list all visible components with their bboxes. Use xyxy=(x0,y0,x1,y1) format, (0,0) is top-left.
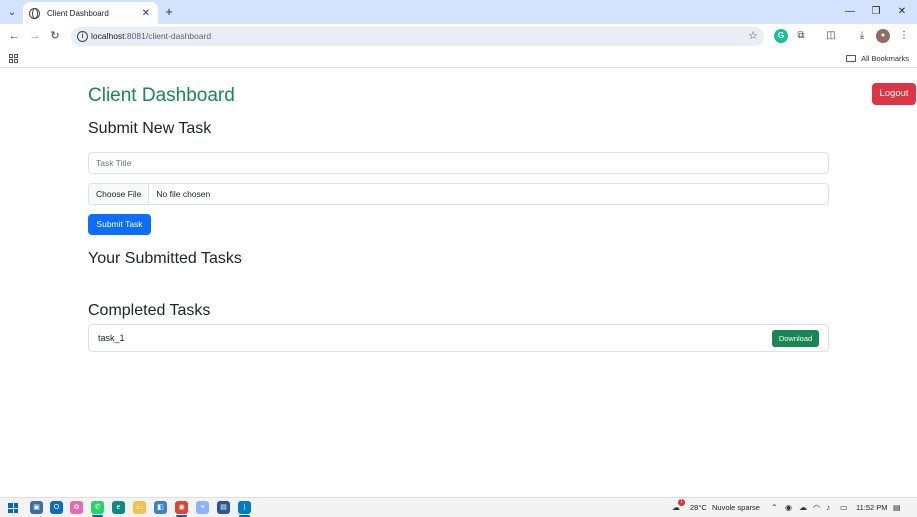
windows-start-icon[interactable] xyxy=(8,503,18,513)
side-panel-icon[interactable]: ◫ xyxy=(824,29,838,43)
back-arrow-icon[interactable]: ← xyxy=(6,28,22,44)
task-name: task_1 xyxy=(98,333,125,343)
tab-search-chevron-icon[interactable]: ⌄ xyxy=(4,4,20,20)
download-button[interactable]: Download xyxy=(772,330,819,347)
close-tab-icon[interactable]: ✕ xyxy=(140,8,152,19)
apps-grid-icon[interactable] xyxy=(9,54,18,63)
tab-title: Client Dashboard xyxy=(47,8,109,18)
record-icon[interactable]: ◉ xyxy=(785,502,792,514)
task-title-input[interactable] xyxy=(88,152,829,174)
extensions-puzzle-icon[interactable]: ⧉ xyxy=(794,29,808,43)
client-dashboard-page: Client Dashboard Logout Submit New Task … xyxy=(0,69,917,496)
windows-taskbar: ▣ O ✿ ✆ e ▭ ◧ ◉ ≡ ▤ ⟩ ☁ 1 28°C Nuvole sp… xyxy=(0,497,917,517)
choose-file-button[interactable]: Choose File xyxy=(89,184,150,204)
globe-icon xyxy=(29,7,40,19)
browser-toolbar: ← → ↻ i localhost:8081/client-dashboard … xyxy=(0,24,917,49)
wifi-icon[interactable]: ◠ xyxy=(813,502,820,514)
site-info-icon[interactable]: i xyxy=(77,31,88,42)
all-bookmarks-button[interactable]: All Bookmarks xyxy=(846,52,909,65)
forward-arrow-icon[interactable]: → xyxy=(27,28,43,44)
completed-tasks-heading: Completed Tasks xyxy=(88,302,211,319)
submitted-tasks-heading: Your Submitted Tasks xyxy=(88,250,242,267)
file-status-text: No file chosen xyxy=(156,189,211,199)
edge-icon[interactable]: e xyxy=(112,501,125,514)
url-path: :8081/client-dashboard xyxy=(124,31,212,41)
close-window-icon[interactable]: ✕ xyxy=(892,3,912,21)
folder-icon xyxy=(846,55,857,62)
logout-button[interactable]: Logout xyxy=(872,83,916,105)
weather-badge: 1 xyxy=(678,499,685,506)
tab-strip: ⌄ Client Dashboard ✕ + — ❐ ✕ xyxy=(0,0,917,24)
grammarly-extension-icon[interactable]: G xyxy=(774,29,788,43)
submit-task-heading: Submit New Task xyxy=(88,120,212,137)
download-icon[interactable]: ⤓ xyxy=(855,29,869,43)
tab-client-dashboard[interactable]: Client Dashboard ✕ xyxy=(23,2,158,24)
bookmarks-bar: All Bookmarks xyxy=(0,49,917,68)
battery-icon[interactable]: ▭ xyxy=(840,502,848,514)
clock-time[interactable]: 11:52 PM xyxy=(856,501,888,514)
minimize-icon[interactable]: — xyxy=(840,3,860,21)
all-bookmarks-label: All Bookmarks xyxy=(861,54,909,63)
page-title: Client Dashboard xyxy=(88,85,235,106)
completed-task-row: task_1 Download xyxy=(88,324,829,352)
menu-kebab-icon[interactable]: ⋮ xyxy=(897,29,911,43)
whatsapp-icon[interactable]: ✆ xyxy=(91,501,104,517)
url-host: localhost xyxy=(91,31,125,41)
vscode-icon[interactable]: ⟩ xyxy=(238,501,251,517)
url-text[interactable]: localhost:8081/client-dashboard xyxy=(91,30,211,43)
cloud-sync-icon[interactable]: ☁ xyxy=(799,502,807,514)
submit-task-button[interactable]: Submit Task xyxy=(88,214,151,235)
tray-chevron-up-icon[interactable]: ⌃ xyxy=(771,502,778,514)
bookmark-star-icon[interactable]: ☆ xyxy=(748,29,758,44)
app-icon[interactable]: ▤ xyxy=(217,501,230,514)
file-explorer-icon[interactable]: ▭ xyxy=(133,501,146,514)
chrome-icon[interactable]: ◉ xyxy=(175,501,188,517)
volume-icon[interactable]: ♪ xyxy=(826,502,830,514)
new-tab-button[interactable]: + xyxy=(162,4,176,20)
temperature-text[interactable]: 28°C xyxy=(690,501,707,514)
profile-avatar[interactable]: ● xyxy=(876,29,890,43)
restore-icon[interactable]: ❐ xyxy=(866,3,886,21)
notepad-icon[interactable]: ≡ xyxy=(196,501,209,514)
task-view-icon[interactable]: ▣ xyxy=(30,501,43,514)
file-input[interactable]: Choose File No file chosen xyxy=(88,183,829,205)
reload-icon[interactable]: ↻ xyxy=(47,28,63,44)
store-icon[interactable]: ◧ xyxy=(154,501,167,514)
weather-text[interactable]: Nuvole sparse xyxy=(712,501,760,514)
address-bar[interactable]: i localhost:8081/client-dashboard ☆ xyxy=(71,27,764,46)
photos-icon[interactable]: ✿ xyxy=(70,501,83,514)
notification-icon[interactable]: ▤ xyxy=(893,502,901,514)
outlook-icon[interactable]: O xyxy=(50,501,63,514)
